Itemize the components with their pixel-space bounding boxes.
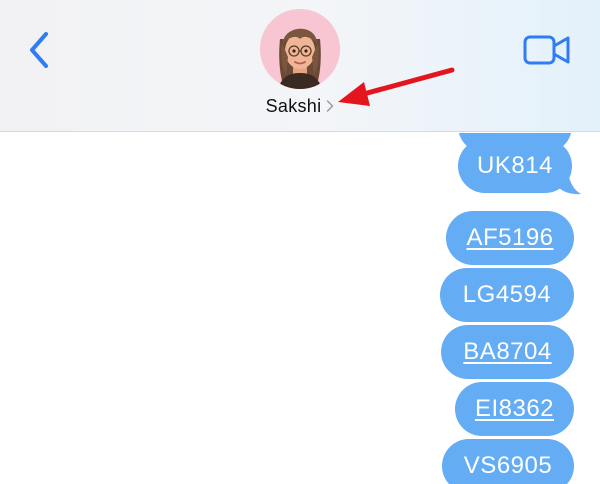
flight-link[interactable]: AF5196	[466, 226, 553, 250]
chevron-left-icon	[30, 32, 48, 68]
contact-name: Sakshi	[265, 96, 322, 116]
message-bubble[interactable]: EI8362	[455, 382, 574, 436]
video-call-button[interactable]	[523, 34, 571, 66]
memoji-avatar-icon	[260, 9, 340, 89]
video-camera-icon	[523, 35, 570, 65]
message-bubble[interactable]: BA8704	[441, 325, 574, 379]
contact-name-row[interactable]: Sakshi	[0, 96, 600, 117]
conversation-header: Sakshi	[0, 0, 600, 132]
message-bubble[interactable]: VS6905	[442, 439, 574, 484]
flight-link[interactable]: EI8362	[475, 397, 554, 421]
red-arrow-annotation	[338, 67, 455, 106]
message-bubble[interactable]: LG4594	[440, 268, 574, 322]
message-bubble[interactable]: AF5196	[446, 211, 574, 265]
message-thread[interactable]: UK814 AF5196 LG4594 BA8704 EI8362 VS6905	[0, 133, 600, 484]
flight-link[interactable]: BA8704	[463, 340, 551, 364]
contact-avatar[interactable]	[260, 9, 340, 89]
bubble-tail	[556, 173, 581, 195]
back-button[interactable]	[22, 30, 58, 70]
message-bubble[interactable]: UK814	[458, 139, 572, 193]
